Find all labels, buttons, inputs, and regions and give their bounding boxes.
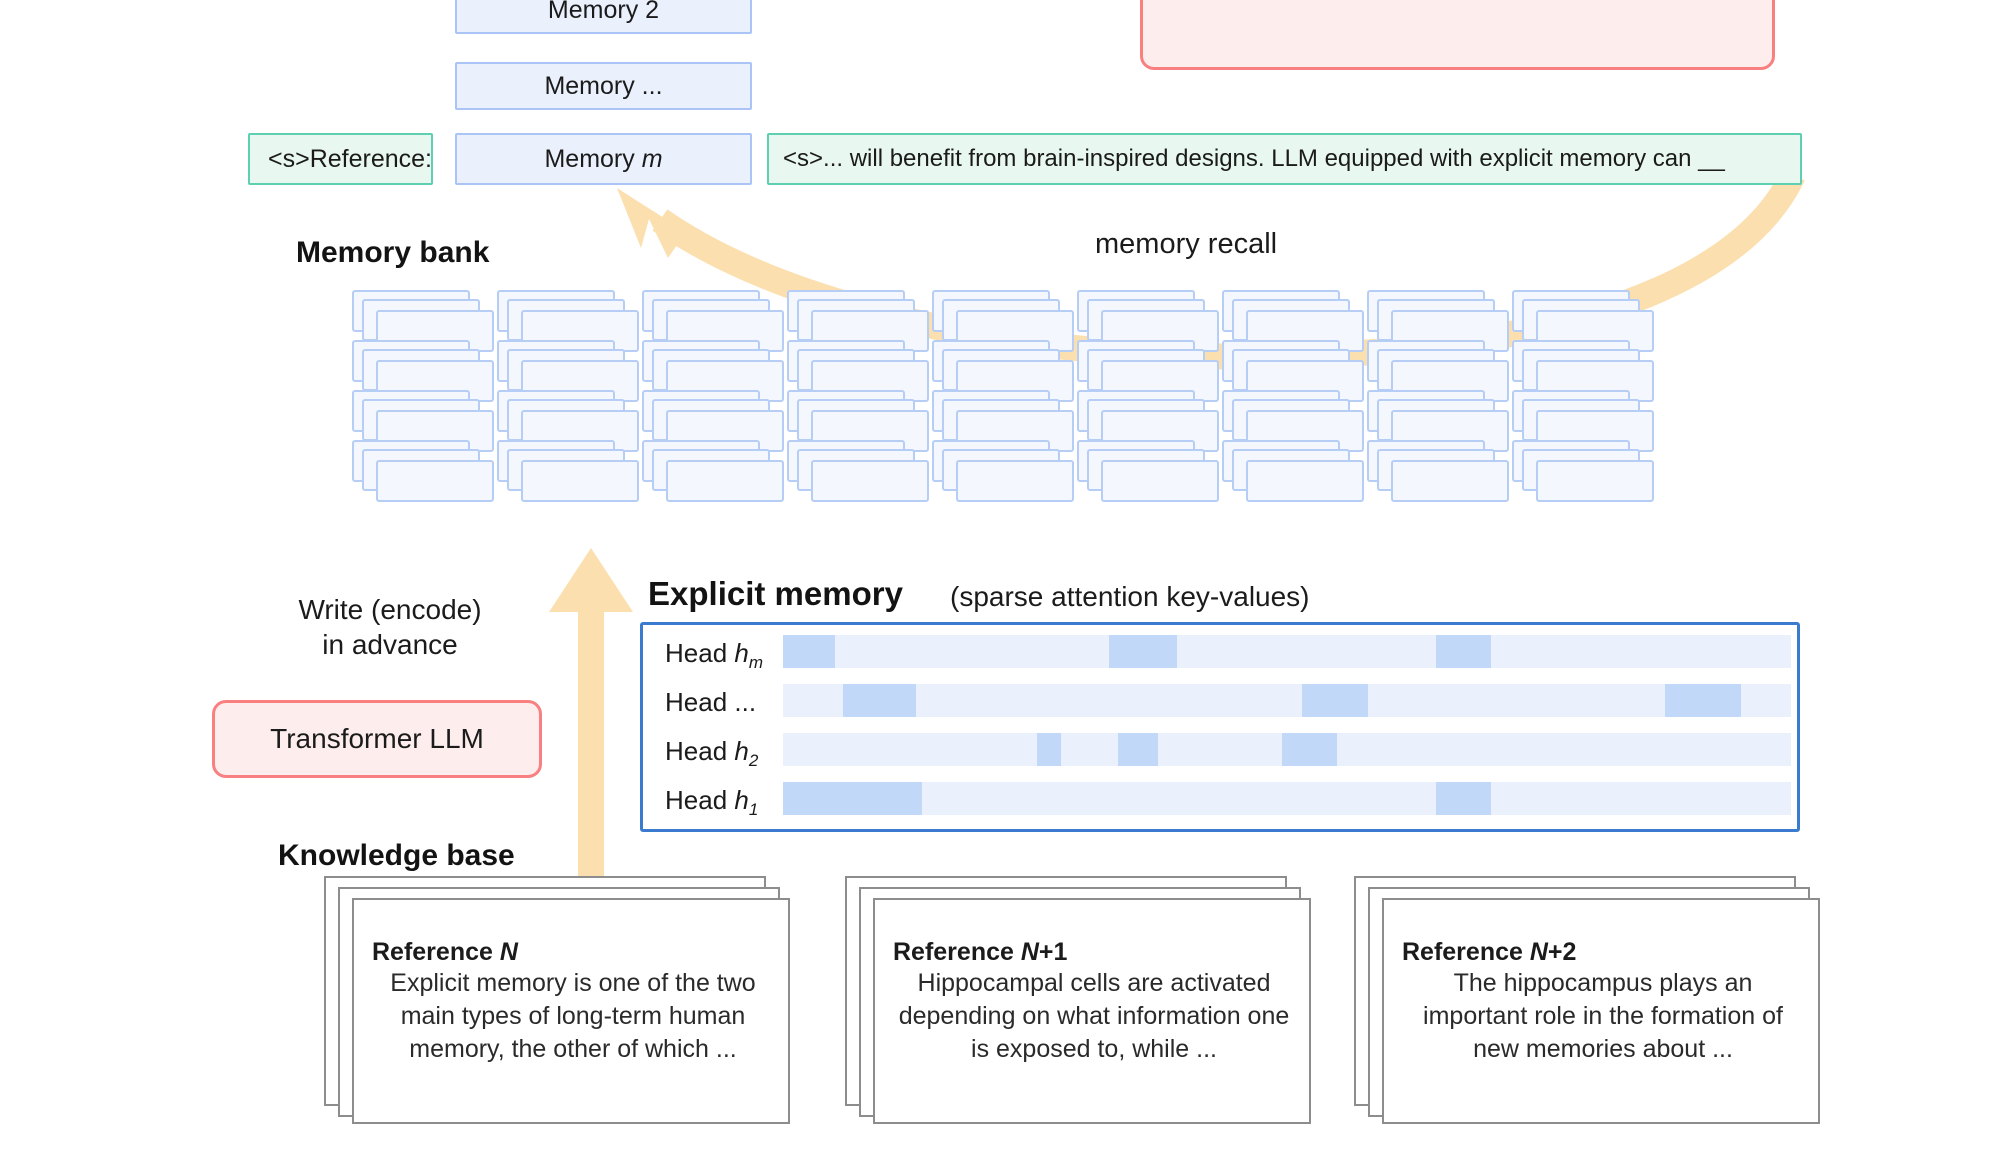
memory-card: [1246, 460, 1364, 502]
reference-card-body: Explicit memory is one of the two main t…: [390, 969, 756, 1063]
head-label: Head h2: [665, 736, 759, 771]
attention-segment: [843, 684, 917, 717]
attention-segment: [1037, 733, 1062, 766]
memory-card: [1536, 460, 1654, 502]
reference-card[interactable]: Reference N Explicit memory is one of the…: [352, 898, 790, 1124]
memory-bank-cell: [1077, 440, 1227, 506]
reference-card-title: Reference N+2: [1402, 938, 1577, 966]
attention-bar: [783, 684, 1791, 717]
memory-2-token[interactable]: Memory 2: [455, 0, 752, 34]
transformer-llm-box[interactable]: Transformer LLM: [212, 700, 542, 778]
reference-card-stack[interactable]: Reference N Explicit memory is one of the…: [324, 876, 830, 1164]
memory-2-label: Memory 2: [547, 0, 660, 24]
memory-card: [1391, 460, 1509, 502]
memory-ellipsis-token[interactable]: Memory ...: [455, 62, 752, 110]
memory-card: [376, 460, 494, 502]
llm-output-box-top: [1140, 0, 1775, 70]
memory-bank-title: Memory bank: [296, 236, 490, 269]
memory-card: [521, 460, 639, 502]
memory-bank-cell: [932, 440, 1082, 506]
memory-bank-cell: [352, 440, 502, 506]
memory-bank-cell: [787, 440, 937, 506]
memory-bank-cell: [497, 440, 647, 506]
reference-card-stack[interactable]: Reference N+1 Hippocampal cells are activ…: [845, 876, 1351, 1164]
knowledge-base-title: Knowledge base: [278, 839, 515, 872]
diagram-canvas: Memory 2 Memory ... Memory m <s>Referenc…: [0, 0, 2000, 1125]
attention-segment: [1108, 635, 1178, 668]
attention-segment: [1436, 635, 1491, 668]
attention-segment: [783, 782, 923, 815]
context-token[interactable]: <s>... will benefit from brain-inspired …: [767, 133, 1802, 185]
transformer-llm-label: Transformer LLM: [270, 723, 484, 754]
memory-card: [1101, 460, 1219, 502]
memory-card: [956, 460, 1074, 502]
memory-bank-cell: [642, 440, 792, 506]
head-label: Head ...: [665, 687, 757, 717]
memory-card: [811, 460, 929, 502]
reference-card-title: Reference N+1: [893, 938, 1068, 966]
explicit-memory-subtitle: (sparse attention key-values): [950, 581, 1310, 612]
attention-bar: [783, 782, 1791, 815]
memory-m-token[interactable]: Memory m: [455, 133, 752, 185]
memory-bank-cell: [1222, 440, 1372, 506]
write-arrow-shaft: [578, 600, 604, 880]
attention-segment: [1302, 684, 1368, 717]
write-arrowhead: [549, 548, 633, 612]
write-encode-label: Write (encode) in advance: [250, 592, 530, 662]
head-label: Head h1: [665, 785, 759, 820]
explicit-memory-title: Explicit memory: [648, 575, 903, 612]
attention-segment: [1281, 733, 1338, 766]
attention-bar: [783, 635, 1791, 668]
reference-card[interactable]: Reference N+2 The hippocampus plays an im…: [1382, 898, 1820, 1124]
write-encode-line1: Write (encode): [298, 594, 482, 625]
memory-recall-arrowhead: [617, 188, 686, 258]
reference-card-body: Hippocampal cells are activated dependin…: [898, 969, 1290, 1063]
attention-segment: [1117, 733, 1158, 766]
attention-segment: [1436, 782, 1491, 815]
reference-token[interactable]: <s>Reference:: [248, 133, 433, 185]
attention-segment: [783, 635, 836, 668]
memory-card: [666, 460, 784, 502]
memory-recall-label: memory recall: [1095, 228, 1278, 260]
context-token-label: <s>... will benefit from brain-inspired …: [783, 145, 1725, 172]
reference-token-label: <s>Reference:: [268, 144, 432, 173]
reference-card-body: The hippocampus plays an important role …: [1423, 969, 1783, 1063]
reference-card[interactable]: Reference N+1 Hippocampal cells are activ…: [873, 898, 1311, 1124]
head-label: Head hm: [665, 638, 764, 673]
explicit-memory-panel: Head hm Head ... Head h2 Head h1: [640, 622, 1800, 832]
attention-bar: [783, 733, 1791, 766]
reference-card-stack[interactable]: Reference N+2 The hippocampus plays an im…: [1354, 876, 1860, 1164]
memory-m-label: Memory m: [544, 144, 663, 173]
memory-ellipsis-label: Memory ...: [544, 71, 663, 100]
memory-bank-cell: [1367, 440, 1517, 506]
reference-card-title: Reference N: [372, 938, 518, 966]
attention-segment: [1665, 684, 1741, 717]
memory-bank-cell: [1512, 440, 1662, 506]
write-encode-line2: in advance: [322, 629, 458, 660]
